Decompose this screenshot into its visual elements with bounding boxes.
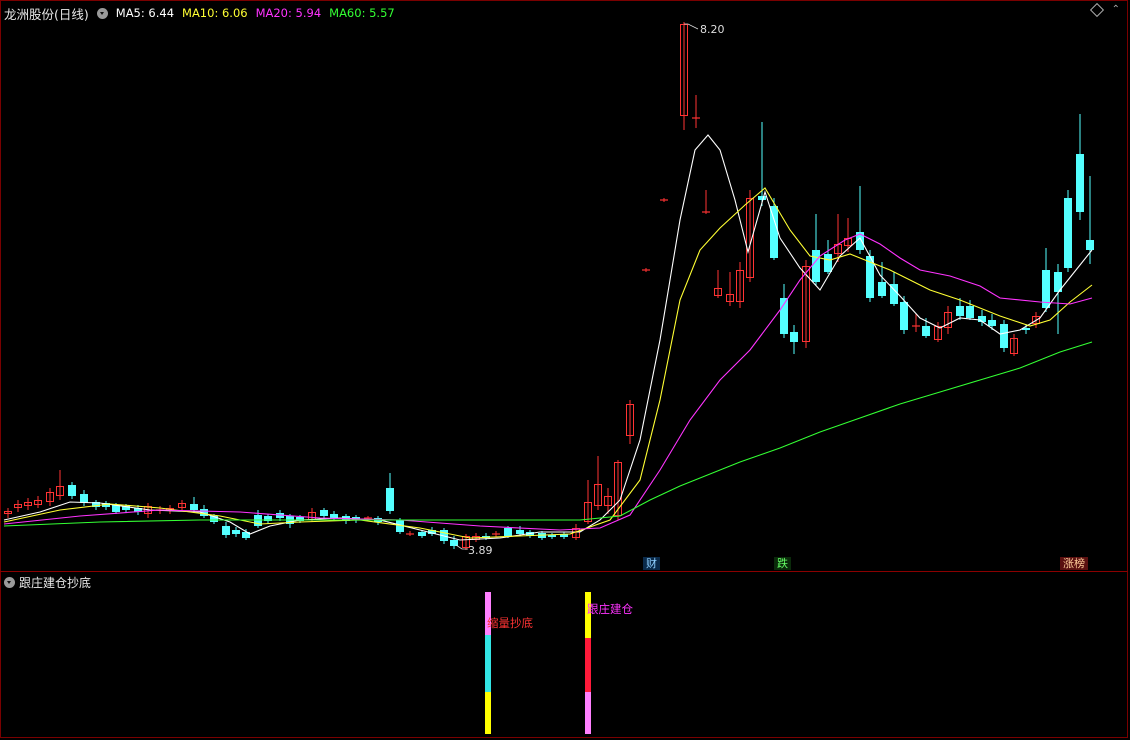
- candle-body-down: [1064, 198, 1072, 268]
- ma20-line: [3, 233, 1093, 531]
- high-price-annotation: 8.20: [700, 23, 725, 36]
- candle-body-down: [418, 532, 426, 536]
- candle-body-down: [80, 494, 88, 503]
- event-tag-finance[interactable]: 财: [643, 557, 660, 570]
- candle-body-down: [956, 306, 964, 316]
- candle-body-down: [758, 196, 766, 200]
- candle-body-down: [1076, 154, 1084, 212]
- candle-body-down: [516, 530, 524, 534]
- candle-body-down: [222, 526, 230, 535]
- candle-body-down: [900, 302, 908, 330]
- event-tag-limitup[interactable]: 涨榜: [1060, 557, 1088, 570]
- candle-body-down: [812, 250, 820, 282]
- panel-divider: [0, 571, 1128, 572]
- signal-bar-yellow: [485, 692, 491, 734]
- kline-chart[interactable]: [0, 0, 1130, 740]
- ma10-line: [3, 187, 1093, 539]
- candle-body-down: [190, 504, 198, 510]
- ma5-line: [3, 134, 1093, 541]
- candle-body-down: [320, 510, 328, 516]
- candle-body-down: [770, 206, 778, 258]
- candle-body-down: [1000, 324, 1008, 348]
- signal-bar-red: [585, 638, 591, 692]
- signal-bar-cyan: [485, 635, 491, 692]
- chevron-down-icon[interactable]: [4, 577, 15, 588]
- candle-body-down: [966, 306, 974, 318]
- candle-body-down: [790, 332, 798, 342]
- low-price-annotation: 3.89: [468, 544, 493, 557]
- indicator-header: 跟庄建仓抄底: [4, 574, 91, 591]
- candle-body-down: [878, 282, 886, 296]
- signal-label-volume-bottom: 缩量抄底: [487, 616, 533, 630]
- event-tag-fall[interactable]: 跌: [774, 557, 791, 570]
- indicator-title[interactable]: 跟庄建仓抄底: [19, 574, 91, 591]
- candle-body-down: [922, 326, 930, 336]
- candle-body-down: [504, 528, 512, 536]
- candle-body-down: [386, 488, 394, 511]
- candle-body-down: [232, 530, 240, 534]
- candle-body-down: [824, 254, 832, 272]
- signal-label-follow-build: 跟庄建仓: [587, 602, 633, 616]
- ma60-line: [3, 341, 1093, 527]
- candle-body-down: [330, 514, 338, 518]
- candle-body-down: [1086, 240, 1094, 250]
- candle-body-down: [68, 485, 76, 496]
- candle-body-down: [988, 320, 996, 326]
- signal-bar-pink: [585, 692, 591, 734]
